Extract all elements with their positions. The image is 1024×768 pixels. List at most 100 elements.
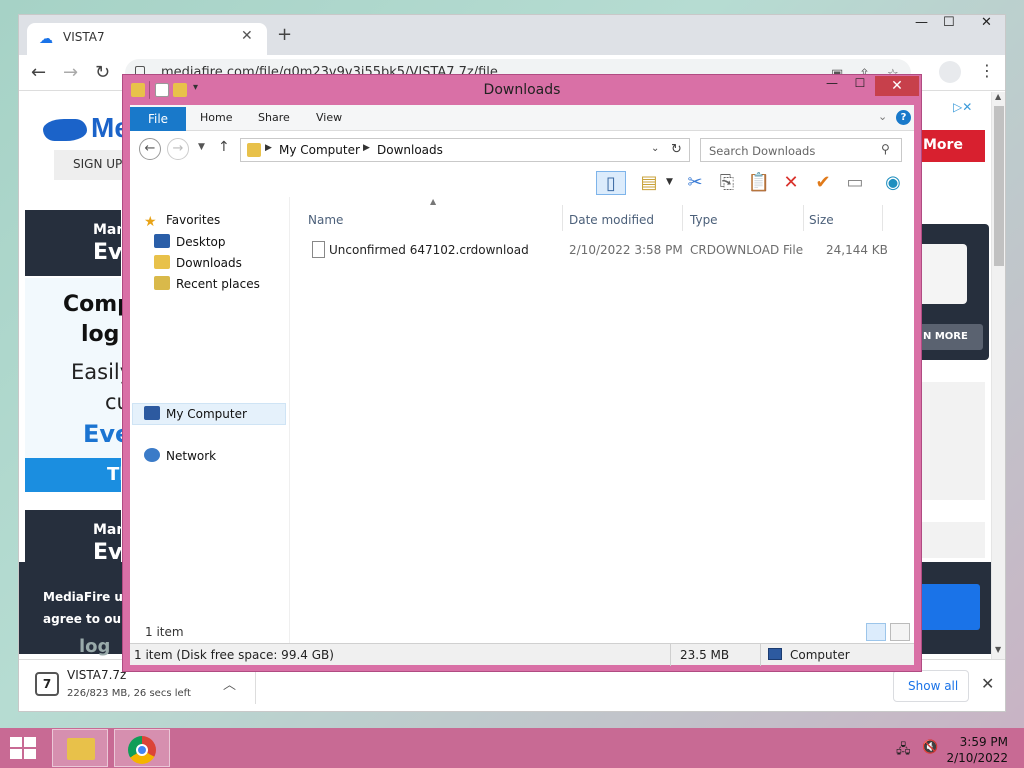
address-breadcrumb[interactable]: ▶ My Computer ▶ Downloads ⌄ ↻ (240, 138, 690, 162)
explorer-maximize-button[interactable]: ☐ (847, 76, 873, 96)
reload-button[interactable]: ↻ (95, 62, 110, 83)
browser-tab[interactable]: ☁ VISTA7 ✕ (27, 23, 267, 55)
view-dropdown-icon[interactable]: ▼ (666, 177, 673, 187)
help-icon[interactable]: ? (896, 110, 911, 125)
item-count: 1 item (145, 625, 184, 639)
change-view-icon[interactable]: ▤ (636, 171, 662, 195)
ad-learn-more-button[interactable]: N MORE (917, 324, 983, 350)
tab-share[interactable]: Share (258, 111, 290, 124)
column-header-name[interactable]: Name (308, 213, 343, 227)
nav-item-network[interactable]: Network (144, 448, 216, 463)
browser-minimize-button[interactable]: — (915, 15, 928, 30)
browser-maximize-button[interactable]: ☐ (943, 15, 955, 30)
nav-item-desktop[interactable]: Desktop (154, 234, 226, 249)
breadcrumb-chevron-icon[interactable]: ▶ (265, 143, 272, 153)
network-icon (144, 448, 160, 462)
back-button[interactable]: ← (31, 62, 46, 83)
paste-icon[interactable]: 📋 (746, 171, 772, 195)
forward-arrow-icon[interactable]: → (167, 138, 189, 160)
delete-icon[interactable]: ✕ (778, 171, 804, 195)
back-arrow-icon[interactable]: ← (139, 138, 161, 160)
select-check-icon[interactable]: ✔ (810, 171, 836, 195)
column-header-type[interactable]: Type (690, 213, 718, 227)
scroll-thumb[interactable] (994, 106, 1004, 266)
preview-pane-icon[interactable]: ▯ (596, 171, 626, 195)
scroll-down-icon[interactable]: ▼ (995, 645, 1001, 654)
mediafire-logo[interactable]: Me (43, 112, 130, 144)
file-name[interactable]: Unconfirmed 647102.crdownload (329, 243, 529, 257)
clock-date[interactable]: 2/10/2022 (944, 751, 1008, 765)
network-globe-icon[interactable]: ◉ (880, 171, 906, 195)
profile-avatar[interactable] (939, 61, 961, 83)
column-divider[interactable] (803, 205, 804, 231)
copy-icon[interactable]: ⎘ (714, 171, 740, 195)
rename-icon[interactable]: ▭ (842, 171, 868, 195)
forward-button[interactable]: → (63, 62, 78, 83)
browser-close-button[interactable]: ✕ (981, 15, 992, 30)
ad-banner-left-top[interactable]: Man Eve (25, 210, 137, 276)
explorer-close-button[interactable]: ✕ (875, 76, 919, 96)
column-header-size[interactable]: Size (809, 213, 834, 227)
chrome-taskbar-icon[interactable] (114, 729, 170, 767)
show-all-button[interactable]: Show all (893, 670, 969, 702)
column-header-date[interactable]: Date modified (569, 213, 654, 227)
ad-choices-icon[interactable]: ▷✕ (953, 100, 987, 116)
expand-ribbon-icon[interactable]: ⌄ (878, 110, 887, 123)
search-icon[interactable]: ⚲ (881, 142, 890, 156)
archive-file-icon[interactable]: 7 (35, 672, 59, 696)
refresh-icon[interactable]: ↻ (671, 142, 682, 157)
clock-time[interactable]: 3:59 PM (958, 735, 1008, 749)
large-icons-view-icon[interactable] (890, 623, 910, 641)
ad-band-blue[interactable]: Th (25, 458, 132, 492)
new-folder-icon[interactable] (173, 83, 187, 97)
network-tray-icon[interactable]: 🖧 (896, 740, 911, 762)
start-windows-icon[interactable] (10, 737, 38, 761)
cut-icon[interactable]: ✂ (682, 171, 708, 195)
nav-item-recent-places[interactable]: Recent places (154, 276, 260, 291)
volume-muted-icon[interactable]: 🔇 (922, 740, 938, 755)
column-divider[interactable] (562, 205, 563, 231)
explorer-titlebar[interactable]: Downloads ▾ — ☐ ✕ (123, 75, 921, 105)
command-bar: ▯ ▤ ▼ ✂ ⎘ 📋 ✕ ✔ ▭ ◉ (130, 167, 914, 197)
recent-locations-icon[interactable]: ▼ (198, 142, 205, 152)
download-shelf-close-icon[interactable]: ✕ (981, 674, 994, 693)
details-view-icon[interactable] (866, 623, 886, 641)
scroll-up-icon[interactable]: ▲ (995, 92, 1001, 101)
nav-item-my-computer[interactable]: My Computer (144, 406, 247, 421)
ad-banner-left-bottom[interactable]: Man Eve (25, 510, 137, 566)
file-size: 24,144 KB (826, 243, 888, 257)
tab-title: VISTA7 (63, 30, 105, 44)
column-divider[interactable] (882, 205, 883, 231)
customize-qat-icon[interactable]: ▾ (193, 82, 198, 93)
column-divider[interactable] (682, 205, 683, 231)
tab-close-icon[interactable]: ✕ (241, 28, 253, 44)
sort-arrow-icon: ▲ (430, 197, 437, 206)
nav-item-downloads[interactable]: Downloads (154, 255, 242, 270)
page-scrollbar[interactable]: ▲ ▼ (991, 92, 1005, 659)
chevron-up-icon[interactable]: ︿ (223, 674, 236, 693)
tab-home[interactable]: Home (200, 111, 232, 124)
up-arrow-icon[interactable]: ↑ (218, 139, 230, 155)
explorer-minimize-button[interactable]: — (819, 76, 845, 96)
ad-banner-left-mid[interactable]: Comp log Easily cu Eve (25, 278, 133, 458)
file-explorer-taskbar-icon[interactable] (52, 729, 108, 767)
ad-banner-right[interactable]: N MORE (917, 224, 989, 360)
ad-text: log (81, 322, 120, 347)
browser-menu-icon[interactable]: ⋮ (979, 61, 995, 80)
properties-icon[interactable] (155, 83, 169, 97)
breadcrumb-chevron-icon[interactable]: ▶ (363, 143, 370, 153)
search-box[interactable]: Search Downloads ⚲ (700, 138, 902, 162)
nav-item-favorites[interactable]: ★ Favorites (144, 213, 220, 229)
address-dropdown-icon[interactable]: ⌄ (651, 143, 659, 154)
ribbon-tabs: File Home Share View ⌄ ? (130, 105, 914, 131)
breadcrumb-my-computer[interactable]: My Computer (279, 143, 360, 157)
tab-file[interactable]: File (130, 107, 186, 131)
new-tab-button[interactable]: + (277, 24, 292, 45)
ad-more-button[interactable]: More (917, 130, 985, 162)
downloads-folder-icon (154, 255, 170, 269)
tab-view[interactable]: View (316, 111, 342, 124)
computer-icon (768, 648, 782, 660)
breadcrumb-downloads[interactable]: Downloads (377, 143, 443, 157)
download-progress-text: 226/823 MB, 26 secs left (67, 688, 191, 699)
download-filename[interactable]: VISTA7.7z (67, 668, 126, 682)
